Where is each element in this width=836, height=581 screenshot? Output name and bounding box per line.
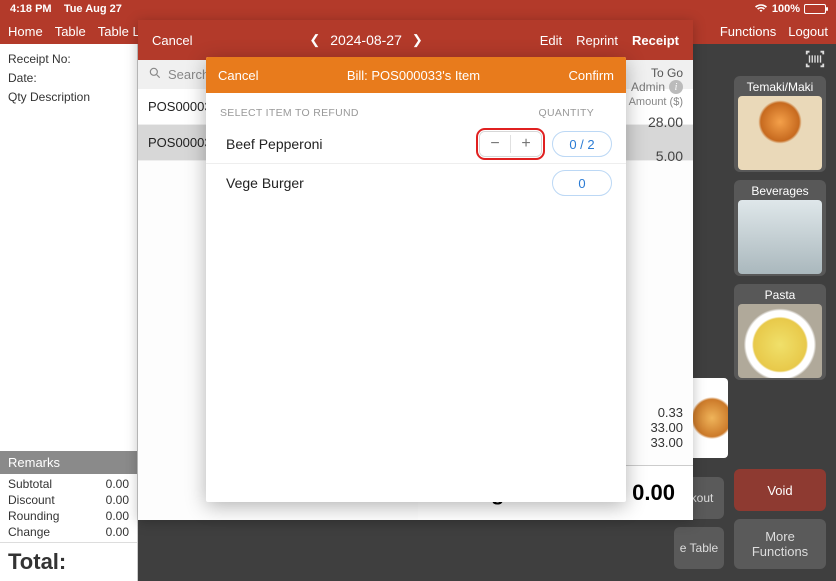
reprint-button[interactable]: Reprint	[576, 33, 618, 48]
barcode-scan-icon[interactable]	[804, 48, 826, 75]
nav-home[interactable]: Home	[8, 24, 43, 39]
edit-button[interactable]: Edit	[540, 33, 562, 48]
battery-percent: 100%	[772, 3, 800, 15]
tile-pasta[interactable]: Pasta	[734, 284, 826, 380]
line-amount: 5.00	[623, 148, 683, 164]
remarks-bar[interactable]: Remarks	[0, 451, 137, 474]
tile-label: Pasta	[736, 288, 824, 302]
search-icon	[148, 66, 162, 83]
receipt-no-label: Receipt No:	[8, 50, 129, 69]
refund-confirm-button[interactable]: Confirm	[568, 68, 614, 83]
e-table-button[interactable]: e Table	[674, 527, 724, 569]
refund-modal-title: Bill: POS000033's Item	[347, 68, 480, 83]
battery-icon	[804, 4, 826, 14]
grand-total-label: Total:	[0, 542, 137, 581]
info-icon[interactable]: i	[669, 80, 683, 94]
date-display[interactable]: 2024-08-27	[330, 32, 402, 48]
subtotal-label: Subtotal	[8, 477, 52, 491]
status-right: 100%	[754, 3, 826, 16]
wifi-icon	[754, 3, 768, 16]
rounding-val: 0.00	[106, 509, 129, 523]
temaki-image	[738, 96, 822, 170]
status-time: 4:18 PM	[10, 3, 52, 15]
discount-label: Discount	[8, 493, 55, 507]
tile-temaki-maki[interactable]: Temaki/Maki	[734, 76, 826, 172]
status-bar: 4:18 PM Tue Aug 27 100%	[0, 0, 836, 18]
quantity-display[interactable]: 0	[552, 170, 612, 196]
tile-label: Beverages	[736, 184, 824, 198]
chevron-right-icon[interactable]: ❯	[412, 32, 423, 48]
quantity-display[interactable]: 0 / 2	[552, 131, 612, 157]
more-functions-button[interactable]: More Functions	[734, 519, 826, 569]
order-type: To Go	[623, 66, 683, 80]
select-item-label: SELECT ITEM TO REFUND	[220, 107, 359, 119]
quantity-header: QUANTITY	[539, 107, 612, 119]
back-modal-cancel[interactable]: Cancel	[152, 33, 192, 48]
refund-item-modal: Cancel Bill: POS000033's Item Confirm SE…	[206, 57, 626, 502]
admin-label: Admin	[631, 80, 665, 94]
minus-button[interactable]: −	[480, 131, 510, 157]
quantity-stepper: − +	[479, 131, 542, 157]
tile-label: Temaki/Maki	[736, 80, 824, 94]
receipt-panel: Receipt No: Date: Qty Description Remark…	[0, 44, 138, 581]
qty-desc-label: Qty Description	[8, 88, 129, 107]
nav-table[interactable]: Table	[55, 24, 86, 39]
date-label: Date:	[8, 69, 129, 88]
refund-item-row: Beef Pepperoni − + 0 / 2	[206, 125, 626, 163]
receipt-button[interactable]: Receipt	[632, 33, 679, 48]
change-value: 0.00	[632, 480, 675, 506]
line-amount: 28.00	[623, 114, 683, 130]
item-name: Beef Pepperoni	[220, 136, 479, 152]
side-actions: Void More Functions	[734, 469, 826, 569]
change-val: 0.00	[106, 525, 129, 539]
beverage-image	[738, 200, 822, 274]
refund-item-row: Vege Burger 0	[206, 164, 626, 202]
void-button[interactable]: Void	[734, 469, 826, 511]
food-thumb[interactable]	[688, 378, 728, 458]
change-label: Change	[8, 525, 50, 539]
status-date: Tue Aug 27	[64, 3, 122, 15]
pasta-image	[738, 304, 822, 378]
discount-val: 0.00	[106, 493, 129, 507]
nav-functions[interactable]: Functions	[720, 24, 776, 39]
amount-header: Amount ($)	[623, 96, 683, 108]
plus-button[interactable]: +	[511, 131, 541, 157]
search-placeholder: Search	[168, 67, 209, 82]
nav-logout[interactable]: Logout	[788, 24, 828, 39]
rounding-label: Rounding	[8, 509, 59, 523]
category-tiles: Temaki/Maki Beverages Pasta	[734, 76, 826, 380]
item-name: Vege Burger	[220, 175, 480, 191]
tile-beverages[interactable]: Beverages	[734, 180, 826, 276]
refund-cancel-button[interactable]: Cancel	[218, 68, 258, 83]
status-left: 4:18 PM Tue Aug 27	[10, 3, 122, 15]
subtotal-val: 0.00	[106, 477, 129, 491]
chevron-left-icon[interactable]: ❮	[309, 32, 320, 48]
